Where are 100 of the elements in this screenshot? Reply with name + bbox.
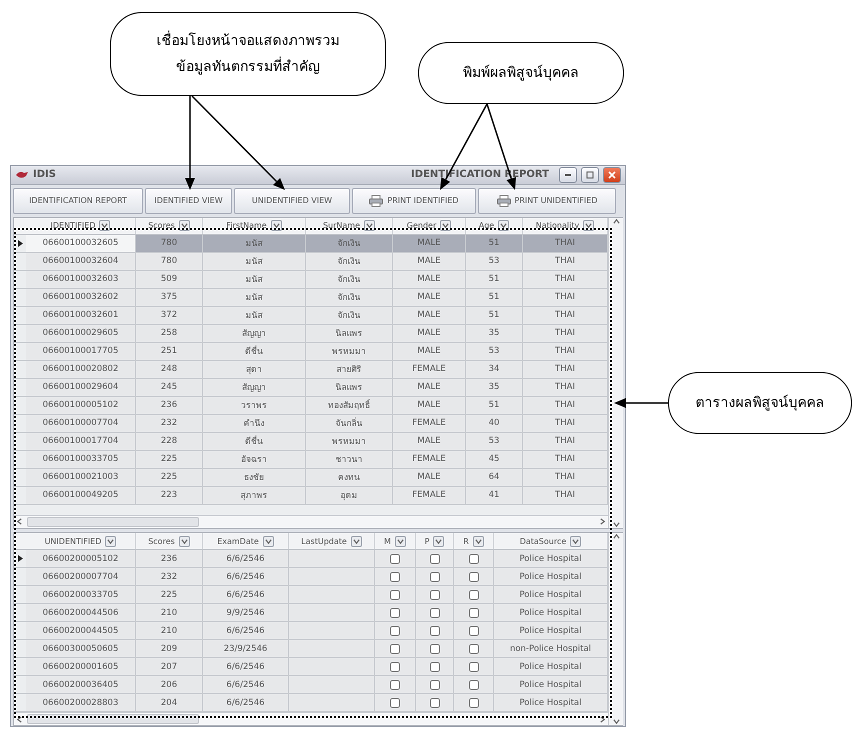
table-cell: MALE [393, 252, 466, 270]
table-cell: 06600100007704 [26, 414, 136, 432]
maximize-button[interactable] [581, 166, 599, 183]
table-cell: 375 [136, 288, 203, 306]
checkbox[interactable] [430, 590, 440, 600]
checkbox[interactable] [430, 626, 440, 636]
table-cell: 372 [136, 306, 203, 324]
table-cell: 225 [136, 468, 203, 486]
table-cell: 53 [466, 342, 523, 360]
table-cell: 06600200033705 [26, 586, 136, 603]
checkbox[interactable] [468, 698, 478, 708]
vertical-scrollbar[interactable] [608, 533, 623, 725]
table-cell: 40 [466, 414, 523, 432]
checkbox[interactable] [430, 572, 440, 582]
printer-icon [496, 194, 510, 207]
table-cell: MALE [393, 378, 466, 396]
table-cell: สุภาพร [203, 486, 306, 504]
table-cell: THAI [523, 396, 608, 414]
checkbox[interactable] [390, 644, 400, 654]
checkbox[interactable] [390, 626, 400, 636]
right-caret-icon[interactable] [599, 716, 606, 722]
table-cell: THAI [523, 270, 608, 288]
table-cell: จักเงิน [306, 306, 393, 324]
table-cell: 06600200044505 [26, 622, 136, 639]
table-cell: THAI [523, 378, 608, 396]
table-cell: 06600200028803 [26, 694, 136, 711]
table-cell: 245 [136, 378, 203, 396]
column-header[interactable]: IDENTIFIED [26, 218, 136, 234]
table-cell: 06600200007704 [26, 568, 136, 585]
column-header[interactable]: SurName [306, 218, 393, 234]
table-cell: จักเงิน [306, 288, 393, 306]
table-cell: 251 [136, 342, 203, 360]
checkbox[interactable] [468, 662, 478, 672]
toolbar-button[interactable]: PRINT UNIDENTIFIED [478, 188, 616, 214]
checkbox[interactable] [390, 590, 400, 600]
checkbox[interactable] [390, 554, 400, 564]
column-header[interactable]: FirstName [203, 218, 306, 234]
toolbar-button[interactable]: PRINT IDENTIFIED [352, 188, 476, 214]
toolbar-button[interactable]: IDENTIFICATION REPORT [13, 188, 143, 214]
table-cell: 51 [466, 288, 523, 306]
checkbox[interactable] [468, 626, 478, 636]
close-button[interactable] [603, 166, 621, 183]
table-cell: จักเงิน [306, 234, 393, 252]
checkbox[interactable] [468, 680, 478, 690]
table-cell: อัจฉรา [203, 450, 306, 468]
checkbox[interactable] [430, 662, 440, 672]
checkbox[interactable] [468, 554, 478, 564]
toolbar-button[interactable]: UNIDENTIFIED VIEW [234, 188, 350, 214]
checkbox[interactable] [430, 680, 440, 690]
table-cell: 51 [466, 306, 523, 324]
table-cell: 780 [136, 234, 203, 252]
callout-bubble: พิมพ์ผลพิสูจน์บุคคล [418, 42, 624, 104]
table-cell: สัญญา [203, 378, 306, 396]
minimize-button[interactable] [559, 166, 577, 183]
table-cell: 06600300050605 [26, 640, 136, 657]
table-cell: 509 [136, 270, 203, 288]
vertical-scrollbar[interactable] [608, 218, 623, 528]
left-caret-icon[interactable] [16, 716, 23, 722]
app-logo-icon [15, 170, 29, 180]
checkbox[interactable] [390, 662, 400, 672]
toolbar-button[interactable]: IDENTIFIED VIEW [145, 188, 232, 214]
checkbox[interactable] [430, 644, 440, 654]
table-cell: 6/6/2546 [203, 568, 289, 585]
checkbox[interactable] [390, 698, 400, 708]
checkbox[interactable] [468, 572, 478, 582]
column-header[interactable]: Gender [393, 218, 466, 234]
table-cell: อุดม [306, 486, 393, 504]
table-cell: ดีชื่น [203, 432, 306, 450]
table-cell: MALE [393, 234, 466, 252]
checkbox[interactable] [430, 698, 440, 708]
column-header[interactable]: Age [466, 218, 523, 234]
table-cell: 35 [466, 324, 523, 342]
table-cell: 45 [466, 450, 523, 468]
table-cell: Police Hospital [494, 568, 608, 585]
column-header[interactable]: Scores [136, 218, 203, 234]
table-cell: THAI [523, 486, 608, 504]
checkbox[interactable] [390, 680, 400, 690]
up-caret-icon[interactable] [612, 218, 620, 225]
horizontal-scrollbar[interactable] [14, 712, 608, 725]
checkbox[interactable] [468, 644, 478, 654]
table-cell: Police Hospital [494, 586, 608, 603]
checkbox[interactable] [430, 608, 440, 618]
checkbox[interactable] [468, 590, 478, 600]
up-caret-icon[interactable] [612, 533, 620, 540]
checkbox[interactable] [390, 572, 400, 582]
table-cell: 06600100032605 [26, 234, 136, 252]
checkbox[interactable] [390, 608, 400, 618]
table-cell: 06600100049205 [26, 486, 136, 504]
table-cell: 06600200044506 [26, 604, 136, 621]
table-cell: 210 [136, 604, 203, 621]
table-cell: THAI [523, 306, 608, 324]
checkbox[interactable] [468, 608, 478, 618]
minimize-icon [564, 174, 572, 176]
table-cell: พรหมมา [306, 342, 393, 360]
table-cell: 9/9/2546 [203, 604, 289, 621]
checkbox[interactable] [430, 554, 440, 564]
table-cell: MALE [393, 324, 466, 342]
table-cell: 51 [466, 396, 523, 414]
table-cell: MALE [393, 396, 466, 414]
table-cell: 34 [466, 360, 523, 378]
